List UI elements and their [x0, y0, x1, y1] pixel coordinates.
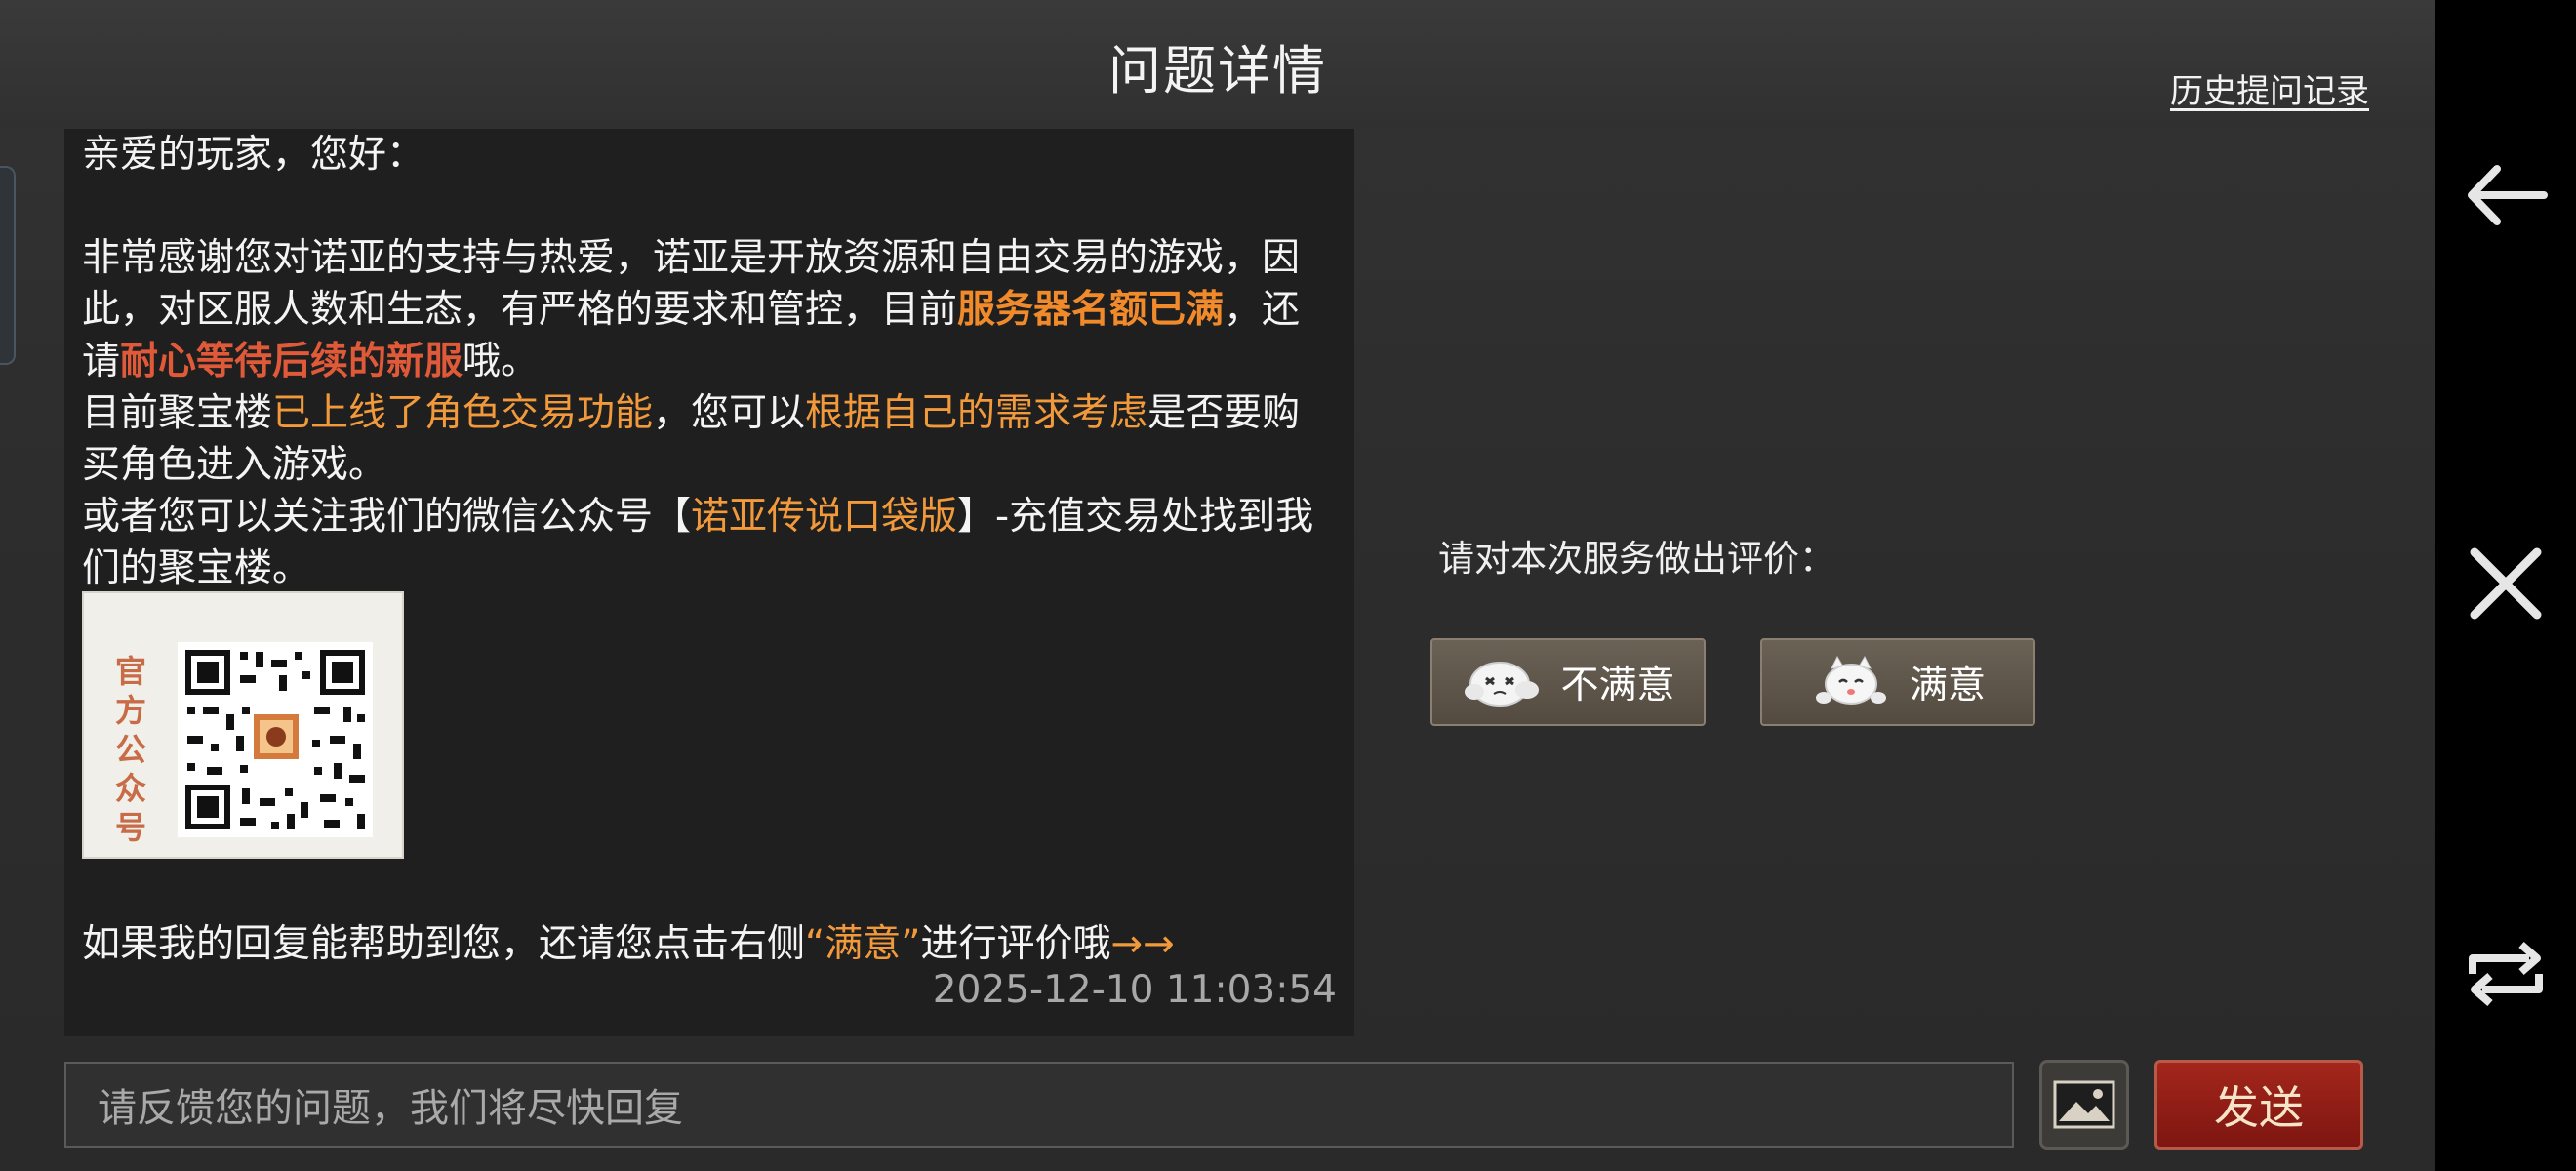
needs-highlight: 根据自己的需求考虑 — [805, 391, 1148, 435]
history-questions-link[interactable]: 历史提问记录 — [2170, 64, 2369, 112]
happy-mascot-icon — [1815, 655, 1886, 705]
paragraph-3-text: 或者您可以关注我们的微信公众号【 — [82, 495, 692, 539]
paragraph-1-text-3: 哦。 — [463, 340, 540, 384]
qr-code-image — [178, 642, 373, 837]
server-full-highlight: 服务器名额已满 — [957, 288, 1225, 332]
feedback-input[interactable]: 请反馈您的问题，我们将尽快回复 — [64, 1062, 2014, 1148]
swap-arrows-icon — [2469, 941, 2543, 1007]
official-account-qr-card: 官方公众号 — [82, 591, 404, 859]
back-arrow-icon — [2468, 165, 2548, 225]
qr-label: 官方公众号 — [114, 653, 146, 846]
satisfied-quote-highlight: “满意” — [805, 922, 921, 966]
wechat-account-highlight: 诺亚传说口袋版 — [691, 495, 958, 539]
unsatisfied-label: 不满意 — [1560, 664, 1675, 707]
satisfied-label: 满意 — [1909, 664, 1986, 707]
image-icon — [2053, 1080, 2115, 1129]
paragraph-2-text: 目前聚宝楼 — [82, 391, 273, 435]
unsatisfied-button[interactable]: 不满意 — [1430, 638, 1706, 726]
role-trade-highlight: 已上线了角色交易功能 — [272, 391, 654, 435]
closing-text: 如果我的回复能帮助到您，还请您点击右侧 — [82, 922, 806, 966]
app-window: 问题详情 历史提问记录 亲爱的玩家，您好： 非常感谢您对诺亚的支持与热爱，诺亚是… — [0, 0, 2435, 1171]
satisfied-button[interactable]: 满意 — [1760, 638, 2035, 726]
arrow-right-icon: →→ — [1110, 922, 1175, 966]
page-title: 问题详情 — [1108, 40, 1327, 101]
closing-text-2: 进行评价哦 — [920, 922, 1111, 966]
side-tab-handle[interactable] — [0, 166, 16, 365]
nav-close-button[interactable] — [2435, 525, 2576, 642]
rating-prompt: 请对本次服务做出评价： — [1438, 538, 1835, 580]
message-body: 亲爱的玩家，您好： 非常感谢您对诺亚的支持与热爱，诺亚是开放资源和自由交易的游戏… — [82, 129, 1327, 594]
message-timestamp: 2025-12-10 11:03:54 — [932, 968, 1337, 1012]
unhappy-mascot-icon — [1465, 662, 1540, 707]
paragraph-2-text-2: ，您可以 — [653, 391, 806, 435]
new-server-highlight: 耐心等待后续的新服 — [120, 340, 463, 384]
close-icon — [2470, 547, 2542, 620]
feedback-input-placeholder: 请反馈您的问题，我们将尽快回复 — [98, 1086, 683, 1131]
header-bar: 问题详情 历史提问记录 — [0, 0, 2435, 129]
nav-switch-button[interactable] — [2435, 915, 2576, 1032]
system-nav-bar — [2435, 0, 2576, 1171]
closing-line: 如果我的回复能帮助到您，还请您点击右侧“满意”进行评价哦→→ — [82, 913, 1175, 968]
send-button[interactable]: 发送 — [2154, 1060, 2363, 1150]
nav-back-button[interactable] — [2435, 137, 2576, 254]
attach-image-button[interactable] — [2039, 1060, 2129, 1150]
greeting-text: 亲爱的玩家，您好： — [82, 133, 425, 177]
reply-message-panel: 亲爱的玩家，您好： 非常感谢您对诺亚的支持与热爱，诺亚是开放资源和自由交易的游戏… — [64, 129, 1354, 1036]
